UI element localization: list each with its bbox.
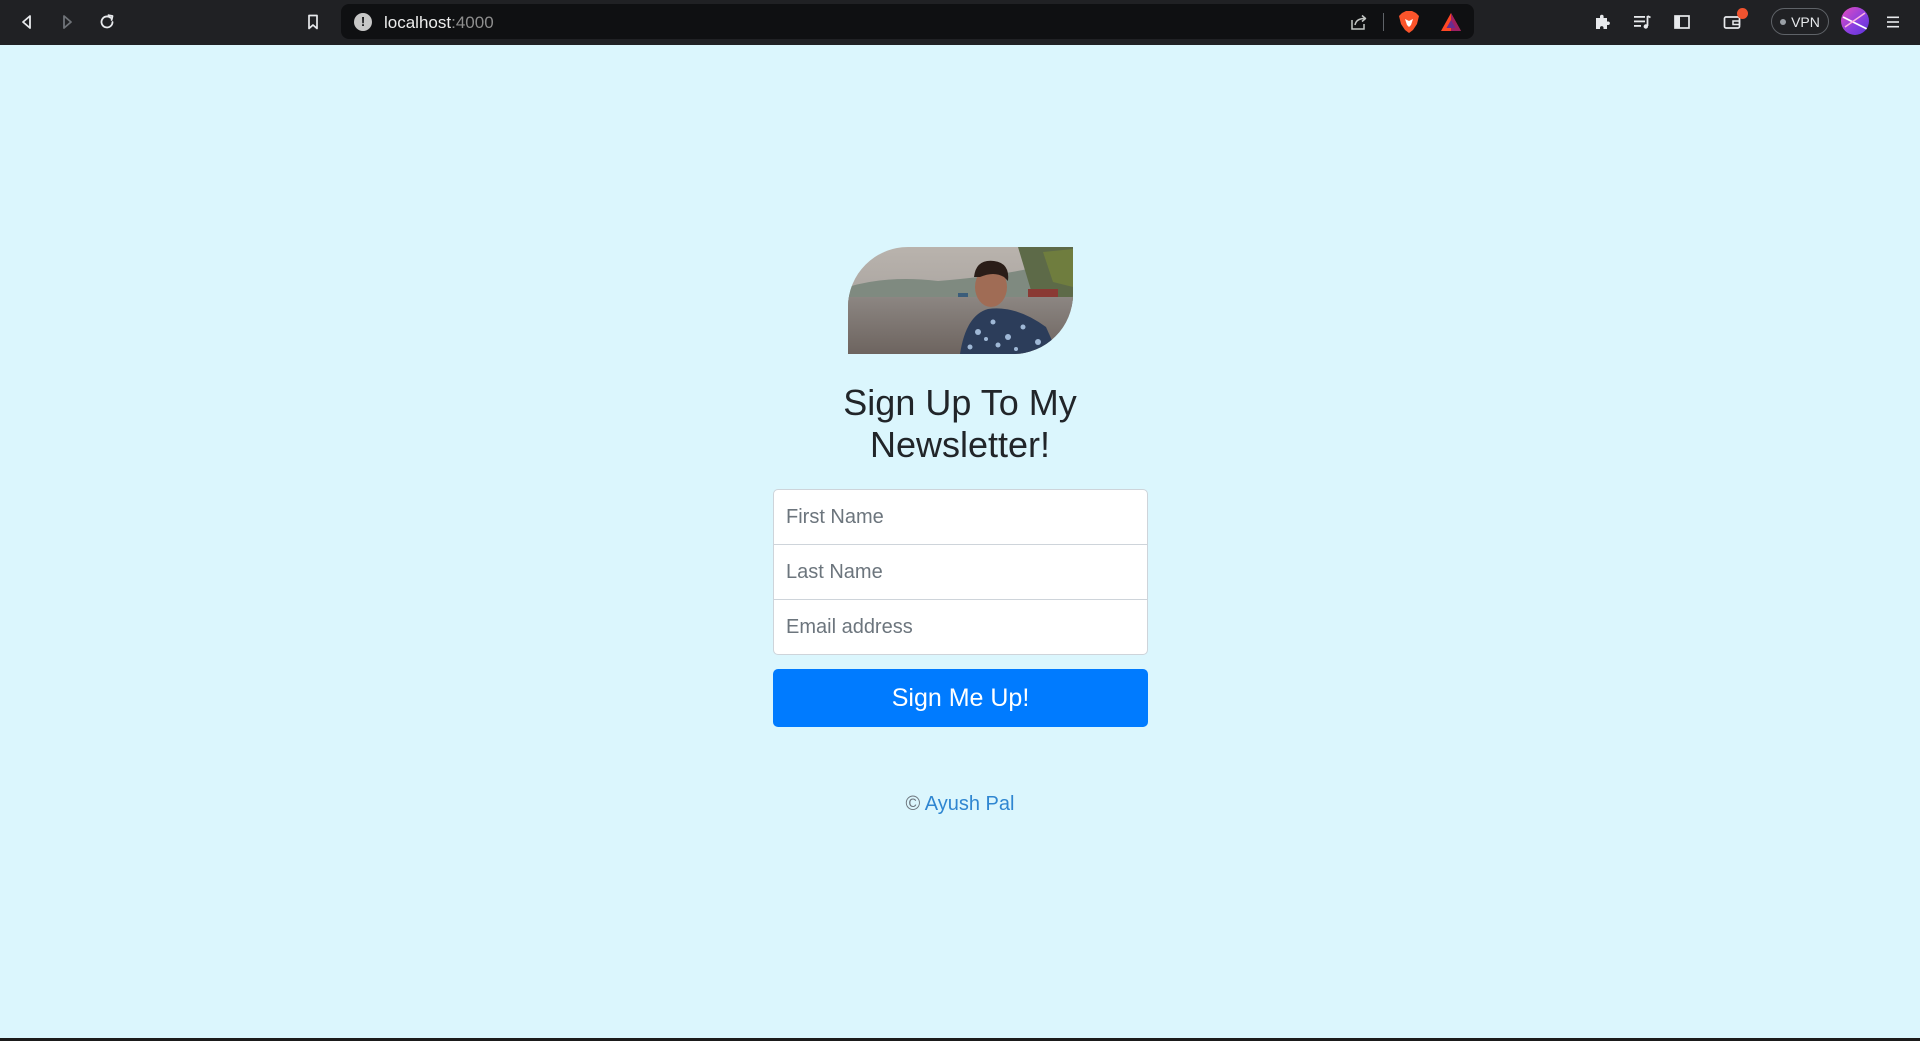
email-field[interactable] (773, 599, 1148, 655)
reload-icon (100, 14, 114, 29)
author-link[interactable]: Ayush Pal (925, 793, 1015, 815)
copyright-symbol: © (905, 793, 921, 815)
profile-photo (848, 247, 1073, 354)
share-icon[interactable] (1349, 12, 1369, 32)
sidebar-icon (1674, 15, 1690, 29)
sign-up-button[interactable]: Sign Me Up! (773, 669, 1148, 727)
signup-form (773, 489, 1148, 655)
sidebar-button[interactable] (1665, 5, 1699, 39)
forward-icon (63, 15, 72, 29)
wallet-notification-badge (1737, 8, 1748, 19)
back-button[interactable] (10, 5, 44, 39)
url-host: localhost (384, 13, 452, 32)
omnibox-divider (1383, 13, 1384, 31)
menu-button[interactable] (1876, 5, 1910, 39)
page-title: Sign Up To My Newsletter! (843, 382, 1077, 465)
url-text[interactable]: localhost:4000 (384, 13, 494, 33)
vpn-status-dot (1780, 18, 1787, 25)
page-content: Sign Up To My Newsletter! Sign Me Up! © … (0, 45, 1920, 1038)
back-icon (22, 15, 31, 29)
vpn-label: VPN (1791, 13, 1820, 30)
puzzle-icon (1596, 14, 1610, 29)
menu-icon (1887, 16, 1899, 28)
profile-avatar[interactable] (1841, 7, 1869, 35)
address-bar[interactable]: ! localhost:4000 (341, 4, 1474, 39)
browser-toolbar: ! localhost:4000 VPN (0, 0, 1920, 45)
forward-button[interactable] (50, 5, 84, 39)
brave-lion-icon[interactable] (1398, 10, 1420, 34)
footer: © Ayush Pal (760, 793, 1160, 816)
profile-avatar-icon (1842, 12, 1868, 30)
bookmark-icon (308, 14, 318, 30)
rewards-triangle-icon[interactable] (1440, 12, 1462, 32)
reload-button[interactable] (90, 5, 124, 39)
bookmark-button[interactable] (296, 5, 330, 39)
vpn-button[interactable]: VPN (1771, 8, 1829, 35)
url-port: :4000 (451, 13, 494, 32)
lake-portrait-image (848, 247, 1073, 354)
extensions-button[interactable] (1585, 5, 1619, 39)
info-icon[interactable]: ! (354, 13, 372, 31)
playlist-icon (1634, 15, 1651, 29)
first-name-field[interactable] (773, 489, 1148, 545)
playlist-button[interactable] (1625, 5, 1659, 39)
last-name-field[interactable] (773, 544, 1148, 600)
